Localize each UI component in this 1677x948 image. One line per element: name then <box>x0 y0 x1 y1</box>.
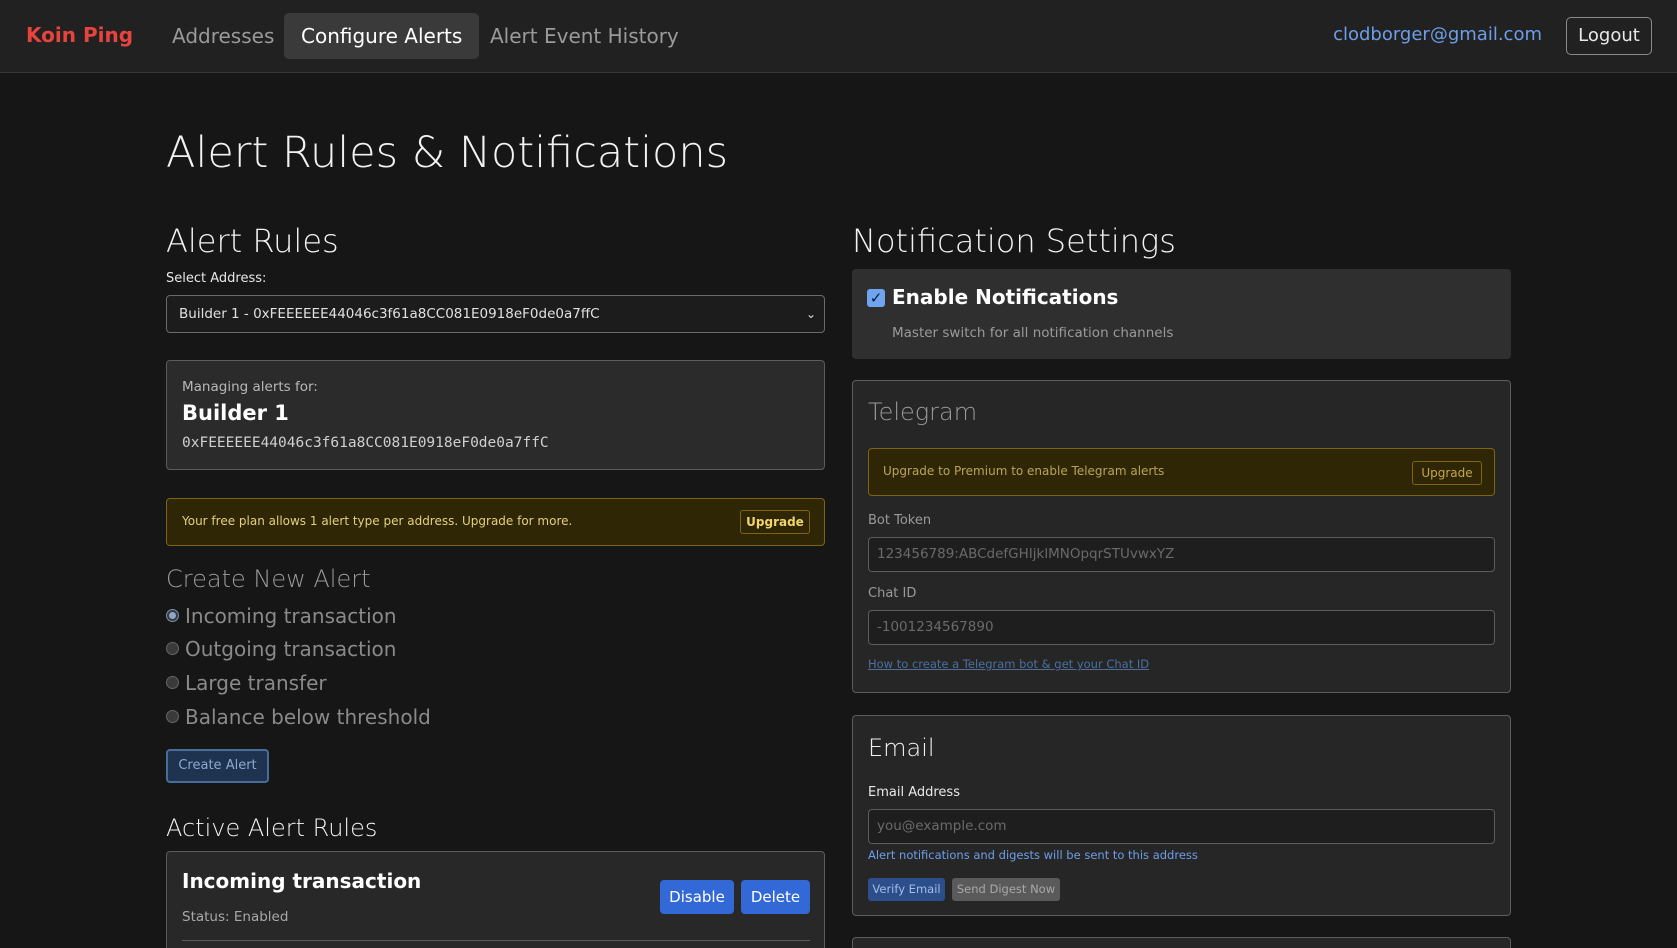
enable-notifications-card: ✓ Enable Notifications Master switch for… <box>852 269 1511 359</box>
send-digest-button[interactable]: Send Digest Now <box>952 878 1060 901</box>
notification-settings-title: Notification Settings <box>852 222 1176 260</box>
address-select-value: Builder 1 - 0xFEEEEEE44046c3f61a8CC081E0… <box>179 306 600 322</box>
divider <box>182 940 810 941</box>
brand-logo[interactable]: Koin Ping <box>26 23 133 47</box>
nav-link-addresses[interactable]: Addresses <box>155 13 291 59</box>
managing-address: 0xFEEEEEE44046c3f61a8CC081E0918eF0de0a7f… <box>182 435 549 451</box>
chat-id-placeholder: -1001234567890 <box>877 619 994 635</box>
managing-label: Managing alerts for: <box>182 379 318 395</box>
plan-warning-alert: Your free plan allows 1 alert type per a… <box>166 498 825 546</box>
email-address-placeholder: you@example.com <box>877 818 1007 834</box>
create-alert-title: Create New Alert <box>166 565 371 593</box>
radio-label: Incoming transaction <box>185 604 397 628</box>
chat-id-input[interactable]: -1001234567890 <box>868 610 1495 645</box>
alert-rule-status: Status: Enabled <box>182 909 289 925</box>
telegram-upgrade-alert: Upgrade to Premium to enable Telegram al… <box>868 448 1495 496</box>
next-channel-card <box>852 937 1511 948</box>
bot-token-input[interactable]: 123456789:ABCdefGHIjklMNOpqrSTUvwxYZ <box>868 537 1495 572</box>
nav-link-alert-event-history[interactable]: Alert Event History <box>473 13 696 59</box>
navbar: Koin Ping Addresses Configure Alerts Ale… <box>0 0 1677 73</box>
email-address-label: Email Address <box>868 785 960 800</box>
telegram-title: Telegram <box>868 398 978 426</box>
telegram-upgrade-text: Upgrade to Premium to enable Telegram al… <box>883 464 1165 478</box>
bot-token-placeholder: 123456789:ABCdefGHIjklMNOpqrSTUvwxYZ <box>877 546 1175 562</box>
address-select[interactable]: Builder 1 - 0xFEEEEEE44046c3f61a8CC081E0… <box>166 295 825 333</box>
chat-id-label: Chat ID <box>868 586 917 601</box>
managing-name: Builder 1 <box>182 401 289 425</box>
page-title: Alert Rules & Notifications <box>166 128 729 178</box>
radio-label: Outgoing transaction <box>185 637 397 661</box>
radio-button-checked[interactable] <box>166 609 179 622</box>
alert-rules-title: Alert Rules <box>166 222 339 260</box>
radio-label: Balance below threshold <box>185 705 431 729</box>
logout-button[interactable]: Logout <box>1566 17 1652 55</box>
plan-upgrade-button[interactable]: Upgrade <box>740 510 810 534</box>
telegram-upgrade-button[interactable]: Upgrade <box>1412 461 1482 485</box>
alert-rule-name: Incoming transaction <box>182 869 422 893</box>
select-address-label: Select Address: <box>166 271 267 286</box>
radio-button[interactable] <box>166 642 179 655</box>
email-address-input[interactable]: you@example.com <box>868 809 1495 844</box>
active-alert-rules-title: Active Alert Rules <box>166 814 378 842</box>
bot-token-label: Bot Token <box>868 513 932 528</box>
enable-notifications-label[interactable]: Enable Notifications <box>892 285 1118 309</box>
nav-link-configure-alerts[interactable]: Configure Alerts <box>284 13 480 59</box>
user-email-link[interactable]: clodborger@gmail.com <box>1333 24 1542 45</box>
create-alert-button[interactable]: Create Alert <box>166 749 269 783</box>
email-title: Email <box>868 734 935 762</box>
disable-rule-button[interactable]: Disable <box>660 880 734 914</box>
delete-rule-button[interactable]: Delete <box>741 880 810 914</box>
plan-warning-text: Your free plan allows 1 alert type per a… <box>182 514 573 528</box>
enable-notifications-description: Master switch for all notification chann… <box>892 325 1174 341</box>
radio-button[interactable] <box>166 710 179 723</box>
verify-email-button[interactable]: Verify Email <box>868 878 945 901</box>
enable-notifications-checkbox[interactable]: ✓ <box>867 289 885 307</box>
telegram-card: Telegram Upgrade to Premium to enable Te… <box>852 380 1511 693</box>
chevron-down-icon: ⌄ <box>805 307 816 321</box>
radio-label: Large transfer <box>185 671 327 695</box>
managing-card: Managing alerts for: Builder 1 0xFEEEEEE… <box>166 360 825 470</box>
alert-rule-card: Incoming transaction Status: Enabled Dis… <box>166 851 825 948</box>
email-help-text: Alert notifications and digests will be … <box>868 848 1198 862</box>
telegram-help-link[interactable]: How to create a Telegram bot & get your … <box>868 657 1149 671</box>
radio-button[interactable] <box>166 676 179 689</box>
email-card: Email Email Address you@example.com Aler… <box>852 715 1511 916</box>
